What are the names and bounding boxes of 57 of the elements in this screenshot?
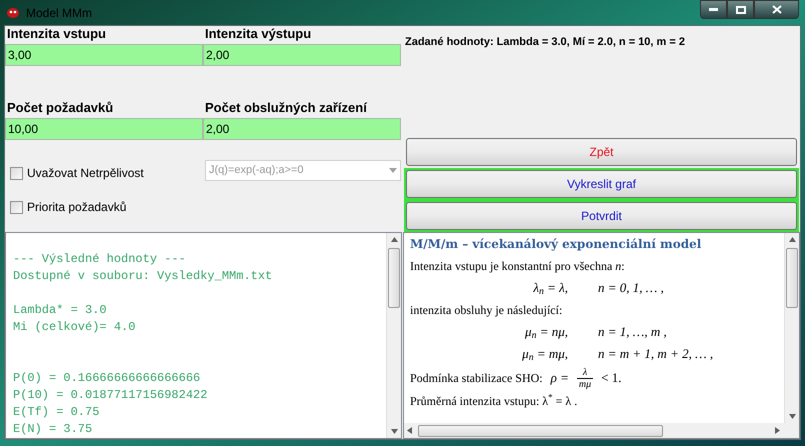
button[interactable]: Vykreslit graf	[406, 170, 797, 198]
formula: < 1.	[601, 369, 622, 388]
scrollbar-thumb[interactable]	[388, 248, 400, 308]
vertical-scrollbar[interactable]	[784, 233, 799, 423]
arrow-icon[interactable]	[407, 427, 412, 434]
input-field[interactable]: 2,00	[203, 44, 401, 66]
close-button[interactable]	[754, 0, 799, 19]
field-label: Počet obslužných zařízení	[204, 100, 368, 116]
formula: λ$_{n}$ = λ,	[533, 279, 568, 298]
scrollbar-thumb[interactable]	[418, 424, 663, 436]
vertical-scrollbar[interactable]	[386, 233, 401, 438]
arrow-icon[interactable]	[775, 427, 780, 434]
maximize-button[interactable]	[727, 0, 754, 19]
arrow-icon[interactable]	[390, 429, 398, 434]
result-line: P(0) = 0.16666666666666666	[13, 370, 202, 387]
result-line: E(N) = 3.75	[13, 421, 94, 438]
checkbox-label: Uvažovat Netrpělivost	[27, 165, 144, 182]
window-title: Model MMm	[26, 4, 92, 22]
summary-text: Zadané hodnoty: Lambda = 3.0, Mí = 2.0, n = 10, m = 2	[405, 35, 686, 50]
arrow-icon[interactable]	[788, 237, 796, 242]
formula: n = 1, …, m ,	[598, 322, 668, 340]
bug-icon	[6, 6, 20, 18]
result-line: --- Výsledné hodnoty ---	[13, 251, 187, 268]
field-label: Počet požadavků	[6, 100, 114, 116]
formula: ρ =	[550, 369, 569, 388]
checkbox[interactable]	[10, 166, 23, 180]
formula: μ$_{n}$ = nμ,	[525, 322, 568, 341]
field-label: Intenzita výstupu	[204, 26, 312, 42]
formula: n = m + 1, m + 2, … ,	[598, 345, 714, 363]
result-line: Mi (celkové)= 4.0	[13, 319, 136, 336]
input-field[interactable]: 3,00	[5, 44, 203, 66]
result-line: Dostupné v souboru: Vysledky_MMm.txt	[13, 268, 274, 285]
doc-paragraph: intenzita obsluhy je následující:	[410, 302, 564, 318]
horizontal-scrollbar[interactable]	[404, 423, 799, 438]
caret-icon	[389, 168, 397, 173]
button[interactable]: Zpět	[406, 138, 797, 166]
doc-paragraph: Intenzita vstupu je konstantní pro všechna n:	[410, 258, 626, 275]
field-label: Intenzita vstupu	[6, 26, 107, 42]
result-line: E(Tf) = 0.75	[13, 404, 100, 421]
arrow-icon[interactable]	[788, 414, 796, 419]
result-line: P(10) = 0.01877117156982422	[13, 387, 208, 404]
doc-heading: M/M/m – vícekanálový exponenciální model	[410, 236, 702, 253]
doc-paragraph: Průměrná intenzita vstupu: λ$^{*}$ = λ .	[410, 392, 578, 410]
button[interactable]: Potvrdit	[406, 202, 797, 230]
scrollbar-thumb[interactable]	[786, 248, 798, 308]
input-field[interactable]: 2,00	[203, 118, 401, 140]
input-field[interactable]: 10,00	[5, 118, 203, 140]
doc-paragraph: Podmínka stabilizace SHO:	[410, 370, 543, 387]
result-line: Lambda* = 3.0	[13, 302, 108, 319]
formula: μ$_{n}$ = mμ,	[522, 345, 568, 364]
arrow-icon[interactable]	[390, 237, 398, 242]
minimize-button[interactable]	[700, 0, 727, 19]
checkbox[interactable]	[10, 200, 23, 214]
formula: n = 0, 1, … ,	[598, 279, 665, 297]
close-icon	[772, 5, 782, 14]
checkbox-label: Priorita požadavků	[27, 199, 126, 216]
fraction: λ mμ	[576, 366, 594, 390]
